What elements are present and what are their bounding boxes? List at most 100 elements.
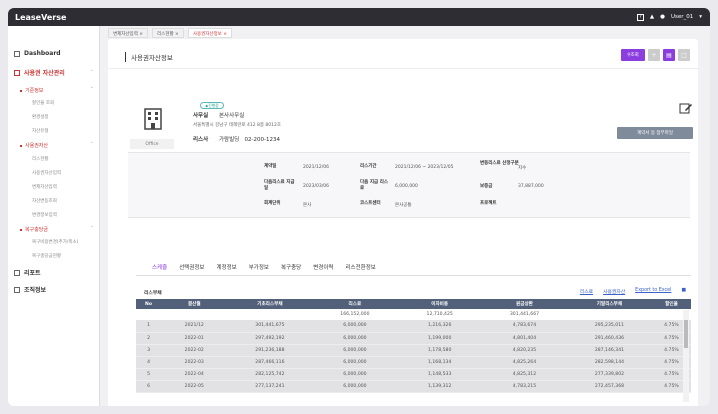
sidebar-group-restore[interactable]: 복구충당금 (20, 226, 48, 233)
sidebar-sub-item[interactable]: 리스현황 (32, 156, 49, 162)
column-header[interactable]: 이자비용 (397, 299, 482, 309)
sidebar-sub-item[interactable]: 변제자산입력 (32, 184, 57, 190)
sidebar-item-label: 조직정보 (24, 287, 47, 294)
table-cell: 4,801,404 (481, 332, 567, 345)
sidebar-sub-item[interactable]: 사용권자산입력 (32, 170, 61, 176)
panel-header: 사용권자산정보 ⚲ 조회 + ▤ □ (108, 39, 698, 69)
attachment-button[interactable]: 계약서 등 첨부파일 (617, 127, 693, 139)
table-cell: 6,000,000 (312, 332, 398, 345)
table-row[interactable]: 2 2022-01 297,492,192 6,000,000 1,199,000 4,8… (136, 332, 691, 345)
sidebar-item-asset-mgmt[interactable]: 사용권 자산관리 (14, 68, 65, 77)
edit-icon[interactable] (679, 102, 693, 114)
sidebar-item-dashboard[interactable]: Dashboard (14, 50, 61, 57)
status-badge: ◆ 진행중 (200, 102, 224, 109)
table-cell: 2022-03 (161, 356, 228, 369)
sidebar-sub-item[interactable]: 자산변동조회 (32, 198, 57, 204)
top-bar: LeaseVerse ? ▲ ● User_01 ▾ (8, 8, 710, 26)
save-button[interactable]: □ (678, 49, 690, 61)
user-avatar-icon[interactable]: ● (660, 14, 665, 20)
table-cell: 2 (136, 332, 162, 345)
tab-item[interactable]: 변제자산입력 × (108, 28, 149, 38)
table-cell: 6,000,000 (312, 344, 398, 357)
search-button[interactable]: ⚲ 조회 (621, 49, 645, 61)
app-window: LeaseVerse ? ▲ ● User_01 ▾ Dashboard 사용권… (8, 8, 710, 406)
sidebar-sub-item[interactable]: 복구충당금현황 (32, 253, 61, 259)
chevron-icon[interactable]: ˄ (91, 87, 94, 93)
table-cell: 1,199,000 (397, 332, 482, 345)
summary-row: 166,152,000 12,710,425 301,441,667 (136, 309, 691, 320)
table-cell: 4,783,674 (481, 320, 567, 333)
table-cell (566, 309, 652, 320)
sidebar-group-rou[interactable]: 사용권자산 (20, 142, 48, 149)
table-row[interactable]: 4 2022-03 287,466,116 6,000,000 1,168,134 4,8… (136, 356, 691, 369)
info-value: 2021/12/06 ~ 2023/12/05 (395, 165, 454, 170)
scrollbar-thumb[interactable] (684, 320, 688, 348)
table-cell: 2021/12 (161, 320, 228, 333)
info-label: 회계단위 (264, 201, 281, 206)
sidebar-sub-item[interactable]: 할인율 조회 (32, 100, 54, 106)
table-cell: 4,825,312 (481, 368, 567, 381)
sidebar-sub-item[interactable]: 복구비용변경(추가/축소) (32, 239, 78, 245)
page-title: 사용권자산정보 (125, 52, 173, 62)
sidebar-sub-item[interactable]: 변경정보입력 (32, 212, 57, 218)
table-cell: 6,000,000 (312, 356, 398, 369)
user-name[interactable]: User_01 (671, 14, 693, 20)
add-button[interactable]: + (648, 49, 660, 61)
link-export-excel[interactable]: Export to Excel (635, 288, 671, 295)
table-cell: 6,000,000 (312, 380, 398, 393)
chevron-icon[interactable]: ˄ (91, 142, 94, 148)
table-title: 리스부채 (144, 291, 162, 296)
column-header[interactable]: 원금상환 (481, 299, 567, 309)
tab-label: 변제자산입력 (113, 32, 138, 37)
link-lease-payment[interactable]: 리스료 (580, 288, 593, 295)
sidebar-group-base[interactable]: 기준정보 (20, 87, 43, 94)
info-value: 2021/12/06 (303, 165, 329, 170)
chevron-icon[interactable]: ˄ (91, 226, 94, 232)
table-row[interactable]: 5 2022-04 282,125,742 6,000,000 1,148,533 4,8… (136, 368, 691, 381)
column-header[interactable]: 기초리스부채 (227, 299, 313, 309)
column-header[interactable]: 할인율 (651, 299, 691, 309)
table-cell: 4,820,235 (481, 344, 567, 357)
divider (136, 275, 691, 276)
table-row[interactable]: 3 2022-02 291,236,188 6,000,000 1,178,580 4,8… (136, 344, 691, 357)
info-label: 리스기간 (360, 164, 377, 169)
table-cell: 5 (136, 368, 162, 381)
bell-icon[interactable]: ▲ (650, 14, 654, 20)
help-icon[interactable]: ? (636, 13, 644, 21)
table-cell: 2022-04 (161, 368, 228, 381)
column-header[interactable]: 기말리스부채 (566, 299, 652, 309)
column-header[interactable]: 리스료 (312, 299, 398, 309)
group-label: 복구충당금 (25, 227, 49, 233)
sidebar-sub-item[interactable]: 자산유형 (32, 128, 49, 134)
tab-item-active[interactable]: 사용권자산정보 × (187, 28, 232, 38)
table-cell: 297,492,192 (227, 332, 313, 345)
table-cell: 291,460,436 (566, 332, 652, 345)
info-label: 보증금 (480, 184, 493, 189)
column-header[interactable]: 결산월 (161, 299, 228, 309)
column-header[interactable]: No (136, 299, 162, 309)
tab-item[interactable]: 리스현황 × (152, 28, 184, 38)
info-value: 지수 (518, 166, 527, 171)
table-cell: 1,178,580 (397, 344, 482, 357)
sidebar-item-org[interactable]: 조직정보 (14, 285, 46, 294)
table-cell: 1 (136, 320, 162, 333)
scrollbar[interactable] (683, 310, 689, 402)
table-cell: 1,139,312 (397, 380, 482, 393)
table-row[interactable]: 6 2022-05 277,137,241 6,000,000 1,139,312 4,7… (136, 380, 691, 393)
tab-label: 리스현황 (157, 32, 174, 37)
info-label: 계약일 (264, 164, 277, 169)
asset-address: 서울특별시 강남구 테헤란로 412 8층 8012호 (193, 123, 282, 128)
chevron-down-icon[interactable]: ▾ (699, 14, 702, 20)
table-cell: 277,137,241 (227, 380, 313, 393)
chevron-up-icon[interactable]: ˄ (91, 70, 94, 76)
table-cell: 287,466,116 (227, 356, 313, 369)
sidebar-sub-item[interactable]: 환경설정 (32, 114, 49, 120)
lock-icon[interactable]: ■ (681, 288, 686, 295)
link-rou-asset[interactable]: 사용권자산 (603, 288, 625, 295)
sidebar-item-report[interactable]: 리포트 (14, 268, 41, 277)
info-label: 변동리스료 산정구분 (480, 161, 519, 166)
group-label: 기준정보 (25, 88, 44, 94)
tab-label: 사용권자산정보 (192, 32, 222, 37)
delete-button[interactable]: ▤ (663, 49, 675, 61)
table-row[interactable]: 1 2021/12 301,441,675 6,000,000 1,216,326 4,7… (136, 320, 691, 333)
